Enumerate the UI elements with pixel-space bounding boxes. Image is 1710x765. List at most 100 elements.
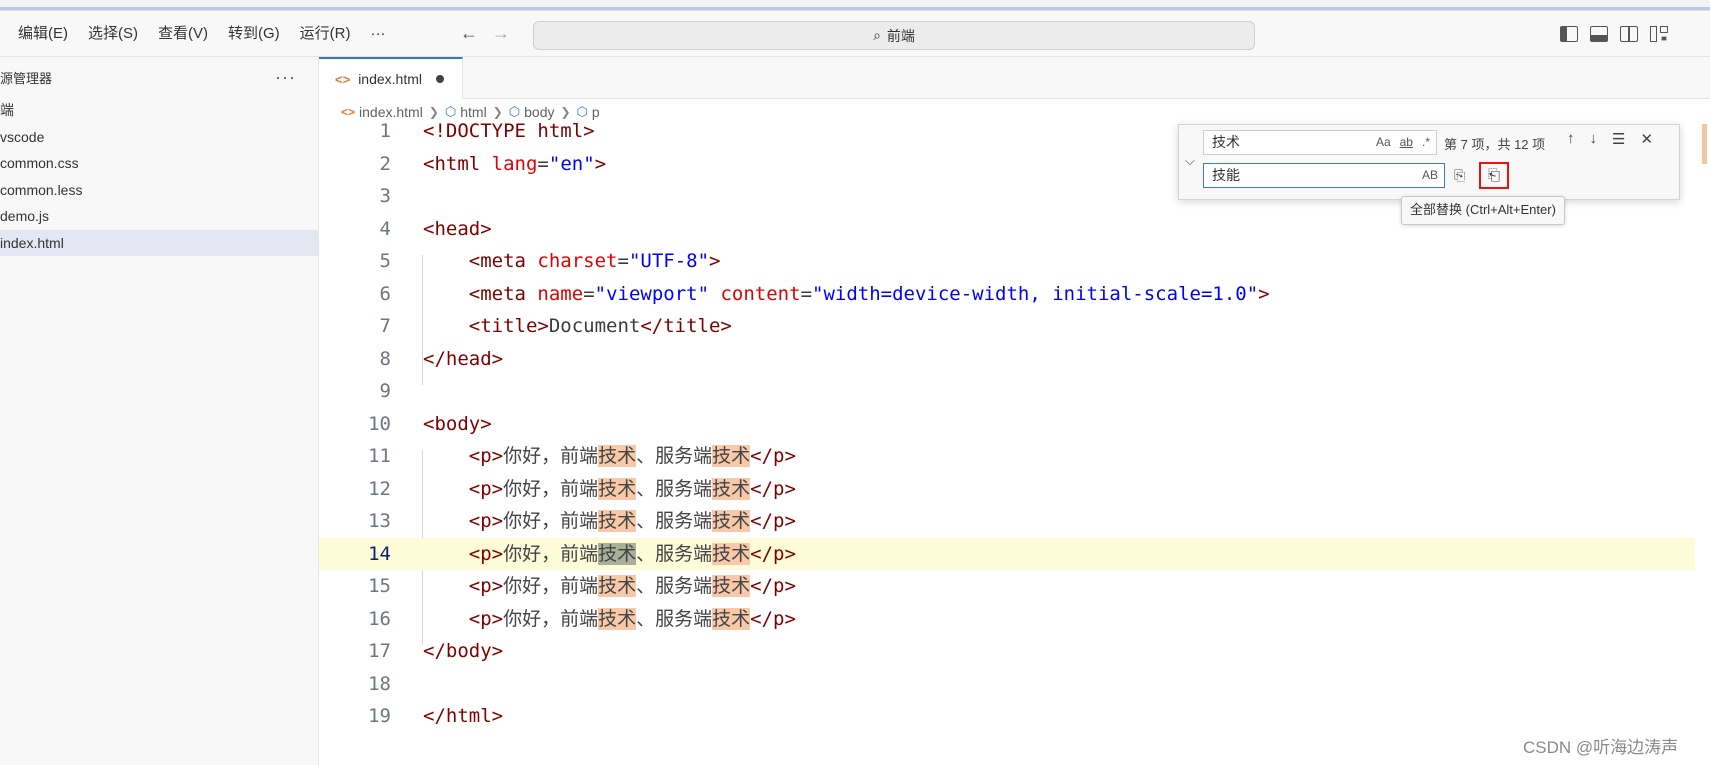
code-token: 技术 (712, 607, 751, 630)
explorer-sidebar: 源管理器 ··· 端 vscode common.css common.less dem… (0, 57, 319, 765)
replace-all-tooltip: 全部替换 (Ctrl+Alt+Enter) (1401, 196, 1565, 225)
line-content: </body> (423, 635, 503, 668)
menu-item[interactable]: 转到(G) (218, 11, 290, 56)
find-input[interactable]: 技术 Aa ab .* (1203, 130, 1437, 155)
previous-match-icon[interactable]: ↑ (1567, 130, 1575, 148)
forward-arrow-icon[interactable]: → (492, 23, 510, 44)
line-number: 16 (368, 607, 391, 630)
line-content: <p>你好，前端技术、服务端技术</p> (423, 440, 796, 473)
code-line[interactable]: 7 <title>Document</title> (319, 310, 1710, 343)
tab-index-html[interactable]: <> index.html (319, 57, 463, 99)
line-number: 6 (379, 282, 391, 305)
code-line[interactable]: 11 <p>你好，前端技术、服务端技术</p> (319, 440, 1710, 473)
code-token: </body> (423, 640, 504, 662)
menu-item[interactable]: ··· (361, 11, 396, 56)
code-line[interactable]: 15 <p>你好，前端技术、服务端技术</p> (319, 570, 1710, 603)
code-token: 、服务端 (636, 477, 713, 500)
line-number: 19 (368, 705, 391, 727)
file-tree-item[interactable]: common.less (0, 177, 318, 204)
code-line[interactable]: 17 </body> (319, 635, 1710, 668)
menu-item[interactable]: 运行(R) (290, 11, 361, 56)
code-line[interactable]: 13 <p>你好，前端技术、服务端技术</p> (319, 505, 1710, 538)
code-token: <title> (468, 315, 549, 337)
unsaved-dot-icon[interactable] (436, 75, 444, 83)
more-actions-icon[interactable]: ··· (275, 67, 296, 88)
line-number: 13 (368, 510, 391, 532)
file-tree-item[interactable]: vscode (0, 124, 318, 151)
line-number: 4 (379, 217, 391, 240)
preserve-case-toggle[interactable]: AB (1422, 164, 1438, 187)
line-content: <html lang="en"> (423, 152, 607, 175)
code-token: "UTF-8" (628, 250, 710, 272)
replace-all-icon[interactable]: ⎗ (1479, 162, 1509, 189)
code-token: 、服务端 (636, 607, 713, 630)
toggle-secondary-sidebar-icon[interactable] (1620, 25, 1638, 42)
regex-toggle[interactable]: .* (1422, 131, 1430, 154)
next-match-icon[interactable]: ↓ (1590, 130, 1598, 148)
file-tree-item[interactable]: 端 (0, 97, 318, 124)
code-line[interactable]: 10 <body> (319, 408, 1710, 441)
code-token: </p> (750, 575, 796, 597)
line-content: <p>你好，前端技术、服务端技术</p> (423, 603, 796, 636)
code-line[interactable]: 14 <p>你好，前端技术、服务端技术</p> (319, 537, 1695, 570)
file-tree: 端 vscode common.css common.less demo.js index… (0, 97, 318, 256)
code-token: 技术 (712, 477, 751, 500)
back-arrow-icon[interactable]: ← (460, 23, 478, 44)
code-token: 技术 (712, 510, 751, 532)
line-content: <p>你好，前端技术、服务端技术</p> (423, 570, 796, 603)
code-token: lang (491, 152, 538, 175)
line-number: 18 (368, 672, 391, 695)
find-replace-widget: ⌵ 技术 Aa ab .* 第 7 项，共 12 项 ↑ ↓ ☰ ✕ 技能 AB… (1178, 124, 1680, 200)
customize-layout-icon[interactable] (1650, 25, 1668, 42)
code-line[interactable]: 12 <p>你好，前端技术、服务端技术</p> (319, 473, 1710, 506)
code-line[interactable]: 8 </head> (319, 343, 1710, 376)
code-line[interactable]: 9 (319, 375, 1710, 408)
line-number: 5 (379, 250, 391, 272)
code-token: </p> (750, 607, 796, 630)
line-number: 1 (379, 120, 391, 142)
code-token: 技术 (598, 575, 637, 597)
find-value: 技术 (1212, 134, 1240, 150)
code-token: 你好，前端 (503, 542, 599, 565)
code-token: <p> (468, 445, 504, 467)
menu-item[interactable]: 编辑(E) (8, 11, 78, 56)
code-token: > (594, 152, 607, 175)
menu-item[interactable]: 查看(V) (148, 11, 218, 56)
code-line[interactable]: 19 </html> (319, 700, 1710, 733)
code-token: 技术 (712, 575, 751, 597)
explorer-header: 源管理器 ··· (0, 57, 318, 97)
line-content: <body> (423, 408, 492, 441)
code-token: 、服务端 (636, 542, 713, 565)
watermark: CSDN @听海边涛声 (1523, 738, 1679, 757)
replace-input[interactable]: 技能 AB (1203, 163, 1445, 188)
command-center[interactable]: ⌕ 前端 (533, 21, 1255, 50)
tab-label: index.html (358, 71, 422, 87)
code-token: "viewport" (594, 282, 710, 305)
line-number: 2 (379, 152, 391, 175)
code-token: 你好，前端 (503, 607, 599, 630)
top-strip (0, 0, 1710, 11)
close-icon[interactable]: ✕ (1640, 130, 1653, 148)
whole-word-toggle[interactable]: ab (1400, 131, 1413, 154)
toggle-panel-icon[interactable] (1590, 25, 1608, 42)
file-tree-item[interactable]: common.css (0, 150, 318, 177)
chevron-down-icon[interactable]: ⌵ (1185, 153, 1195, 169)
match-case-toggle[interactable]: Aa (1376, 131, 1391, 154)
menu-item[interactable]: 选择(S) (78, 11, 148, 56)
line-content: <meta charset="UTF-8"> (468, 250, 721, 272)
code-line[interactable]: 18 (319, 668, 1710, 701)
code-line[interactable]: 5 <meta charset="UTF-8"> (319, 245, 1710, 278)
replace-value: 技能 (1212, 167, 1240, 183)
search-icon: ⌕ (873, 27, 881, 43)
code-line[interactable]: 16 <p>你好，前端技术、服务端技术</p> (319, 603, 1710, 636)
toggle-primary-sidebar-icon[interactable] (1560, 25, 1578, 42)
find-in-selection-icon[interactable]: ☰ (1612, 130, 1625, 148)
match-count: 第 7 项，共 12 项 (1444, 137, 1546, 152)
file-tree-item[interactable]: index.html (0, 229, 318, 256)
replace-icon[interactable]: ⎘ (1454, 167, 1465, 184)
file-tree-item[interactable]: demo.js (0, 203, 318, 230)
line-content: <!DOCTYPE html> (423, 115, 595, 148)
code-line[interactable]: 6 <meta name="viewport" content="width=d… (319, 278, 1710, 311)
explorer-title: 源管理器 (0, 70, 53, 86)
line-content: <p>你好，前端技术、服务端技术</p> (423, 473, 796, 506)
